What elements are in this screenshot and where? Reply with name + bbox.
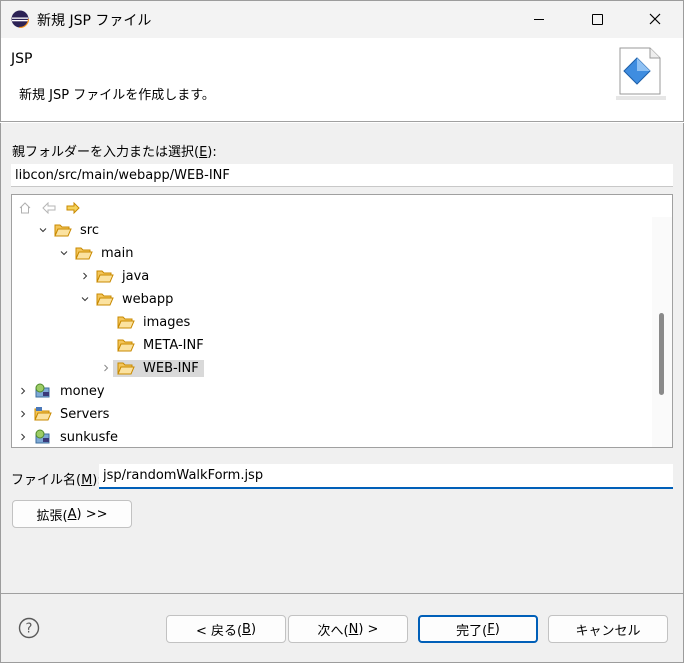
folder-open-icon: [117, 362, 135, 375]
parent-folder-label: 親フォルダーを入力または選択(E):: [12, 141, 217, 160]
file-label-text: ファイル名(: [11, 473, 82, 488]
scrollbar-thumb[interactable]: [659, 313, 664, 395]
chevron-down-icon[interactable]: [78, 288, 92, 310]
help-icon[interactable]: ?: [18, 617, 40, 639]
forward-arrow-icon[interactable]: [64, 199, 82, 217]
chevron-down-icon[interactable]: [57, 242, 71, 264]
folder-open-icon: [96, 270, 114, 283]
chevron-right-icon[interactable]: [99, 357, 113, 379]
tree-item-money[interactable]: money: [16, 380, 108, 402]
minimize-icon: [534, 18, 544, 20]
tree-toolbar: [16, 199, 82, 217]
tree-scrollbar[interactable]: [652, 217, 672, 447]
tree-item-label: images: [143, 314, 191, 330]
tree-item-label: main: [101, 245, 134, 261]
finish-mnemonic: F: [487, 621, 495, 637]
back-mnemonic: B: [242, 621, 251, 637]
finish-label: 完了(: [456, 623, 488, 639]
chevron-right-icon[interactable]: [16, 380, 30, 402]
minimize-button[interactable]: [510, 0, 568, 38]
jsp-file-wizard-icon: [616, 47, 666, 100]
chevron-right-icon[interactable]: [16, 403, 30, 425]
back-arrow-icon[interactable]: [40, 199, 58, 217]
tree-item-sunkusfe[interactable]: sunkusfe: [16, 426, 121, 447]
chevron-down-icon[interactable]: [36, 219, 50, 241]
eclipse-app-icon: [11, 10, 29, 28]
file-name-input[interactable]: [99, 464, 673, 489]
banner-description: 新規 JSP ファイルを作成します。: [19, 88, 215, 103]
folder-open-icon: [117, 339, 135, 352]
tree-item-label: META-INF: [143, 337, 204, 353]
servers-folder-icon: [34, 407, 52, 421]
back-button[interactable]: < 戻る(B): [166, 615, 286, 643]
tree-item-java[interactable]: java: [78, 265, 152, 287]
tree-item-web-inf[interactable]: WEB-INF: [99, 357, 204, 379]
tree-item-src[interactable]: src: [36, 219, 102, 241]
tree-item-label: Servers: [60, 406, 110, 422]
back-suffix: ): [250, 621, 257, 637]
finish-suffix: ): [494, 621, 500, 637]
maximize-button[interactable]: [568, 0, 626, 38]
folder-open-icon: [96, 293, 114, 306]
advanced-suffix: ) >>: [76, 506, 108, 522]
file-label-mnemonic: M: [81, 473, 93, 488]
folder-open-icon: [75, 247, 93, 260]
selection-highlight: WEB-INF: [113, 359, 204, 377]
svg-text:?: ?: [26, 622, 33, 637]
parent-label-text: 親フォルダーを入力または選択(: [12, 145, 200, 160]
wizard-banner: [0, 38, 684, 122]
divider: [1, 593, 683, 594]
chevron-right-icon[interactable]: [78, 265, 92, 287]
close-button[interactable]: [626, 0, 684, 38]
next-button[interactable]: 次へ(N) >: [288, 615, 408, 643]
tree-item-label: webapp: [122, 291, 174, 307]
tree-item-meta-inf[interactable]: META-INF: [99, 334, 207, 356]
file-name-label: ファイル名(M):: [11, 469, 102, 488]
tree-item-images[interactable]: images: [99, 311, 193, 333]
finish-button[interactable]: 完了(F): [418, 615, 538, 643]
tree-item-label: src: [80, 222, 99, 238]
web-project-icon: [35, 429, 50, 444]
chevron-right-icon[interactable]: [16, 426, 30, 447]
tree-item-servers[interactable]: Servers: [16, 403, 112, 425]
web-project-icon: [35, 383, 50, 398]
banner-title: JSP: [11, 51, 33, 67]
tree-item-label: java: [122, 268, 150, 284]
tree-item-webapp[interactable]: webapp: [78, 288, 176, 310]
advanced-label: 拡張(: [36, 508, 68, 524]
maximize-icon: [591, 13, 603, 25]
close-icon: [649, 13, 661, 25]
advanced-mnemonic: A: [67, 506, 77, 522]
home-icon[interactable]: [16, 199, 34, 217]
parent-label-suffix: ):: [207, 145, 217, 160]
tree-item-label: money: [60, 383, 105, 399]
tree-item-label: WEB-INF: [140, 359, 202, 377]
folder-tree[interactable]: src main java webapp images META-INF WEB…: [11, 194, 673, 448]
next-label: 次へ(: [317, 623, 349, 639]
cancel-button[interactable]: キャンセル: [548, 615, 668, 643]
next-suffix: ) >: [358, 621, 379, 637]
next-mnemonic: N: [348, 621, 359, 637]
parent-folder-input[interactable]: [11, 164, 673, 187]
tree-item-label: sunkusfe: [60, 429, 118, 445]
window-title: 新規 JSP ファイル: [37, 13, 152, 29]
advanced-button[interactable]: 拡張(A) >>: [12, 500, 132, 528]
folder-open-icon: [117, 316, 135, 329]
tree-item-main[interactable]: main: [57, 242, 136, 264]
folder-open-icon: [54, 224, 72, 237]
back-label: < 戻る(: [195, 623, 243, 639]
